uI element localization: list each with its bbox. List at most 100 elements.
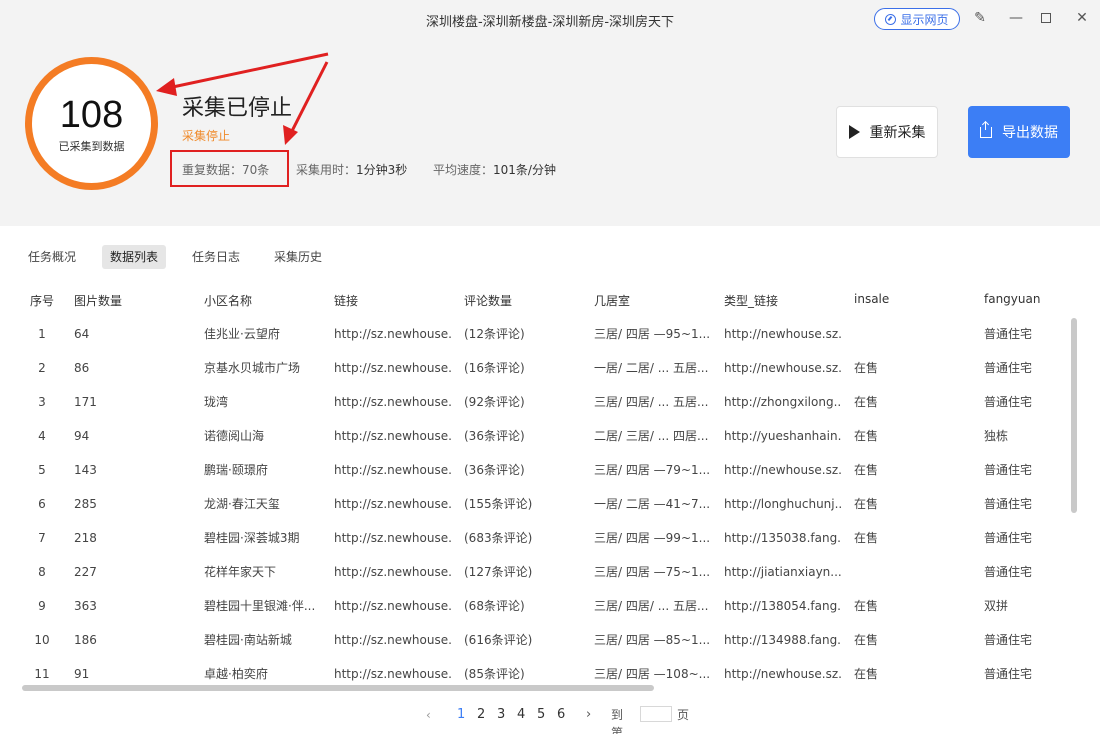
tab-history[interactable]: 采集历史 [274, 245, 322, 269]
cell-index: 7 [38, 531, 46, 545]
table-row[interactable]: 1 64 佳兆业·云望府 http://sz.newhouse.... (12条评论) 三… [20, 317, 1078, 351]
cell-rooms: 三居/ 四居 —85~1... [594, 633, 711, 647]
table-row[interactable]: 8 227 花样年家天下 http://sz.newhouse.... (127条评论)… [20, 555, 1078, 589]
elapsed-label: 采集用时： [296, 163, 357, 177]
cell-comment-count: (36条评论) [464, 429, 525, 443]
cell-rooms: 三居/ 四居 —79~1... [594, 463, 711, 477]
page-3[interactable]: 3 [497, 706, 505, 724]
cell-insale: 在售 [854, 497, 879, 511]
vertical-scrollbar[interactable] [1071, 318, 1077, 513]
tab-data-list[interactable]: 数据列表 [102, 245, 167, 269]
cell-community-name: 京基水贝城市广场 [204, 361, 301, 375]
cell-fangyuan: 普通住宅 [984, 497, 1033, 511]
cell-index: 10 [34, 633, 50, 647]
show-web-label: 显示网页 [900, 12, 949, 27]
status-title: 采集已停止 [182, 96, 293, 121]
table-row[interactable]: 3 171 珑湾 http://sz.newhouse.... (92条评论) 三居/ 四… [20, 385, 1078, 419]
cell-rooms: 三居/ 四居 —95~1... [594, 327, 711, 341]
goto-page-input[interactable] [640, 706, 672, 722]
cell-community-name: 碧桂园十里银滩·伴... [204, 599, 316, 613]
header-comment-count[interactable]: 评论数量 [464, 292, 512, 309]
show-web-button[interactable]: 显示网页 [874, 8, 960, 30]
export-label: 导出数据 [1002, 125, 1058, 141]
cell-rooms: 三居/ 四居 —99~1... [594, 531, 711, 545]
cell-fangyuan: 普通住宅 [984, 565, 1033, 579]
cell-insale: 在售 [854, 361, 879, 375]
table-row[interactable]: 4 94 诺德阅山海 http://sz.newhouse.... (36条评论) 二居/… [20, 419, 1078, 453]
cell-type-link: http://138054.fang.... [724, 599, 842, 613]
page-4[interactable]: 4 [517, 706, 525, 724]
header-insale[interactable]: insale [854, 292, 889, 306]
cell-type-link: http://jiatianxiayn.... [724, 565, 842, 579]
header-index[interactable]: 序号 [30, 292, 54, 309]
table-row[interactable]: 5 143 鹏瑞·颐璟府 http://sz.newhouse.... (36条评论) 三… [20, 453, 1078, 487]
cell-fangyuan: 普通住宅 [984, 395, 1033, 409]
horizontal-scrollbar[interactable] [22, 685, 654, 691]
next-page-button[interactable]: › [586, 706, 591, 724]
cell-type-link: http://yueshanhain.... [724, 429, 842, 443]
close-icon[interactable]: ✕ [1074, 10, 1090, 26]
cell-fangyuan: 普通住宅 [984, 667, 1033, 681]
header-fangyuan[interactable]: fangyuan [984, 292, 1040, 306]
cell-link: http://sz.newhouse.... [334, 361, 452, 375]
cell-comment-count: (155条评论) [464, 497, 533, 511]
cell-image-count: 64 [74, 327, 90, 341]
cell-link: http://sz.newhouse.... [334, 565, 452, 579]
maximize-icon[interactable] [1038, 10, 1054, 26]
cell-insale: 在售 [854, 531, 879, 545]
cell-rooms: 三居/ 四居/ ... 五居... [594, 599, 709, 613]
restart-collection-button[interactable]: 重新采集 [836, 106, 938, 158]
cell-rooms: 三居/ 四居/ ... 五居... [594, 395, 709, 409]
table-row[interactable]: 7 218 碧桂园·深荟城3期 http://sz.newhouse.... (683条… [20, 521, 1078, 555]
cell-link: http://sz.newhouse.... [334, 633, 452, 647]
table-row[interactable]: 9 363 碧桂园十里银滩·伴... http://sz.newhouse.... (6… [20, 589, 1078, 623]
cell-fangyuan: 普通住宅 [984, 327, 1033, 341]
status-subtitle: 采集停止 [182, 129, 231, 143]
cell-type-link: http://newhouse.sz.... [724, 463, 842, 477]
table-row[interactable]: 6 285 龙湖·春江天玺 http://sz.newhouse.... (155条评论… [20, 487, 1078, 521]
cell-link: http://sz.newhouse.... [334, 497, 452, 511]
speed-label: 平均速度： [433, 163, 494, 177]
cell-community-name: 碧桂园·南站新城 [204, 633, 292, 647]
edit-icon[interactable]: ✎ [972, 10, 988, 26]
minimize-icon[interactable]: — [1008, 10, 1024, 26]
cell-community-name: 鹏瑞·颐璟府 [204, 463, 268, 477]
table-row[interactable]: 10 186 碧桂园·南站新城 http://sz.newhouse.... (616条… [20, 623, 1078, 657]
header-link[interactable]: 链接 [334, 292, 358, 309]
upload-icon [980, 121, 992, 138]
collected-count-ring: 108 已采集到数据 [25, 57, 158, 190]
prev-page-button[interactable]: ‹ [426, 706, 431, 724]
cell-index: 1 [38, 327, 46, 341]
cell-fangyuan: 普通住宅 [984, 531, 1033, 545]
cell-fangyuan: 普通住宅 [984, 633, 1033, 647]
cell-image-count: 86 [74, 361, 90, 375]
cell-index: 6 [38, 497, 46, 511]
page-6[interactable]: 6 [557, 706, 565, 724]
elapsed-time: 采集用时：1分钟3秒 [296, 161, 407, 178]
page-5[interactable]: 5 [537, 706, 545, 724]
export-data-button[interactable]: 导出数据 [968, 106, 1070, 158]
header-rooms[interactable]: 几居室 [594, 292, 630, 309]
page-1[interactable]: 1 [457, 706, 465, 724]
arrow-to-duplicate-head [283, 125, 298, 145]
header-community-name[interactable]: 小区名称 [204, 292, 252, 309]
table-row[interactable]: 2 86 京基水贝城市广场 http://sz.newhouse.... (16条评论)… [20, 351, 1078, 385]
cell-link: http://sz.newhouse.... [334, 463, 452, 477]
cell-link: http://sz.newhouse.... [334, 531, 452, 545]
arrow-to-count [167, 52, 329, 90]
cell-community-name: 诺德阅山海 [204, 429, 265, 443]
cell-image-count: 227 [74, 565, 97, 579]
cell-index: 3 [38, 395, 46, 409]
page-2[interactable]: 2 [477, 706, 485, 724]
cell-link: http://sz.newhouse.... [334, 429, 452, 443]
cell-type-link: http://zhongxilong.... [724, 395, 842, 409]
tab-overview[interactable]: 任务概况 [28, 245, 76, 269]
compass-icon [885, 13, 897, 25]
cell-image-count: 285 [74, 497, 97, 511]
header-type-link[interactable]: 类型_链接 [724, 292, 778, 309]
header-image-count[interactable]: 图片数量 [74, 292, 122, 309]
cell-comment-count: (683条评论) [464, 531, 533, 545]
task-header-panel: 深圳楼盘-深圳新楼盘-深圳新房-深圳房天下 显示网页 ✎ — ✕ 108 已采集… [0, 0, 1100, 226]
cell-insale: 在售 [854, 667, 879, 681]
tab-task-log[interactable]: 任务日志 [192, 245, 240, 269]
